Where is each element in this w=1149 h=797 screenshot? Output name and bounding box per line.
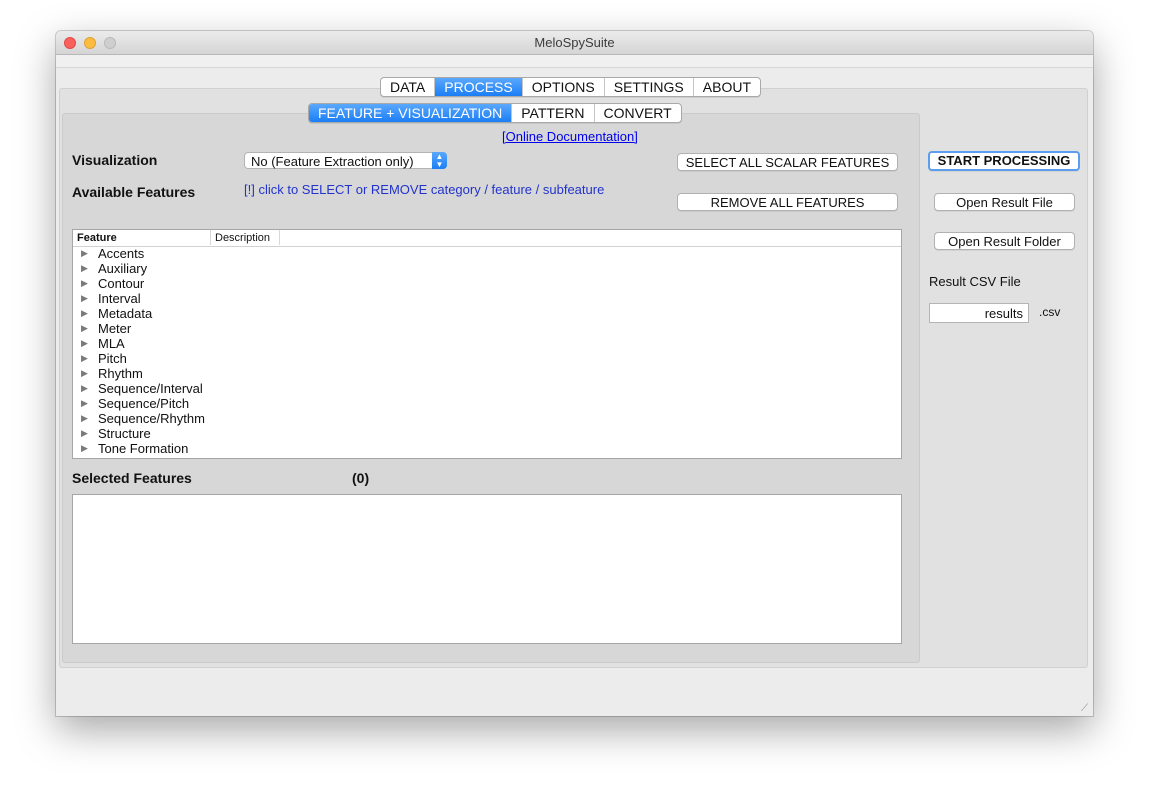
tree-row[interactable]: ▶ Auxiliary xyxy=(73,261,901,276)
subtab-pattern[interactable]: PATTERN xyxy=(512,104,595,122)
visualization-label: Visualization xyxy=(72,152,158,168)
tree-row-label: Accents xyxy=(98,246,145,261)
tree-row-label: Structure xyxy=(98,426,151,441)
tab-process[interactable]: PROCESS xyxy=(435,78,523,96)
tree-row[interactable]: ▶ Sequence/Pitch xyxy=(73,396,901,411)
title-bar[interactable]: MeloSpySuite xyxy=(56,31,1093,55)
tree-row[interactable]: ▶ Metadata xyxy=(73,306,901,321)
subtab-feature-visualization[interactable]: FEATURE + VISUALIZATION xyxy=(309,104,513,122)
disclosure-triangle-icon[interactable]: ▶ xyxy=(81,321,88,336)
disclosure-triangle-icon[interactable]: ▶ xyxy=(81,366,88,381)
disclosure-triangle-icon[interactable]: ▶ xyxy=(81,441,88,456)
select-all-scalar-features-button[interactable]: SELECT ALL SCALAR FEATURES xyxy=(677,153,898,171)
disclosure-triangle-icon[interactable]: ▶ xyxy=(81,246,88,261)
open-result-folder-button[interactable]: Open Result Folder xyxy=(934,232,1075,250)
column-header-description[interactable]: Description xyxy=(210,230,280,245)
disclosure-triangle-icon[interactable]: ▶ xyxy=(81,276,88,291)
visualization-popup[interactable]: No (Feature Extraction only) ▲ ▼ xyxy=(244,152,447,169)
selected-features-label: Selected Features xyxy=(72,470,192,486)
tree-row-label: Pitch xyxy=(98,351,127,366)
subtab-convert[interactable]: CONVERT xyxy=(595,104,681,122)
disclosure-triangle-icon[interactable]: ▶ xyxy=(81,411,88,426)
tree-row[interactable]: ▶ Sequence/Rhythm xyxy=(73,411,901,426)
tree-row-label: Meter xyxy=(98,321,132,336)
tree-row[interactable]: ▶ Meter xyxy=(73,321,901,336)
tree-row[interactable]: ▶ Sequence/Interval xyxy=(73,381,901,396)
tree-header: Feature Description xyxy=(73,230,901,247)
tree-row-label: Sequence/Interval xyxy=(98,381,203,396)
online-documentation-link[interactable]: [Online Documentation] xyxy=(502,129,638,144)
selected-features-count: (0) xyxy=(352,470,370,486)
csv-extension-label: .csv xyxy=(1039,305,1061,319)
tab-settings[interactable]: SETTINGS xyxy=(605,78,694,96)
column-header-feature[interactable]: Feature xyxy=(77,232,117,244)
visualization-selected-value: No (Feature Extraction only) xyxy=(251,154,414,169)
available-features-label: Available Features xyxy=(72,184,196,200)
feature-select-hint: [!] click to SELECT or REMOVE category /… xyxy=(244,182,605,197)
app-window: MeloSpySuite [Online Documentation] Visu… xyxy=(56,31,1093,716)
main-tab-bar: DATA PROCESS OPTIONS SETTINGS ABOUT xyxy=(380,77,761,97)
tree-row[interactable]: ▶ Tone Formation xyxy=(73,441,901,456)
disclosure-triangle-icon[interactable]: ▶ xyxy=(81,291,88,306)
tree-row-label: Interval xyxy=(98,291,141,306)
open-result-file-button[interactable]: Open Result File xyxy=(934,193,1075,211)
selected-features-list[interactable] xyxy=(72,494,902,644)
tab-about[interactable]: ABOUT xyxy=(694,78,760,96)
tree-row-label: Tone Formation xyxy=(98,441,189,456)
tree-row[interactable]: ▶ Accents xyxy=(73,246,901,261)
sub-tab-bar: FEATURE + VISUALIZATION PATTERN CONVERT xyxy=(308,103,682,123)
start-processing-button[interactable]: START PROCESSING xyxy=(928,151,1080,171)
tree-rows: ▶ Accents ▶ Auxiliary ▶ Contour ▶ Interval ▶ Meta… xyxy=(73,246,901,456)
tree-row[interactable]: ▶ Structure xyxy=(73,426,901,441)
tree-row-label: Auxiliary xyxy=(98,261,148,276)
disclosure-triangle-icon[interactable]: ▶ xyxy=(81,261,88,276)
remove-all-features-button[interactable]: REMOVE ALL FEATURES xyxy=(677,193,898,211)
toolbar-strip xyxy=(56,55,1093,68)
window-title: MeloSpySuite xyxy=(534,35,615,50)
tree-row-label: Sequence/Pitch xyxy=(98,396,190,411)
tree-row-label: Rhythm xyxy=(98,366,143,381)
disclosure-triangle-icon[interactable]: ▶ xyxy=(81,426,88,441)
tree-row[interactable]: ▶ Pitch xyxy=(73,351,901,366)
tree-row-label: Metadata xyxy=(98,306,153,321)
tree-row-label: MLA xyxy=(98,336,125,351)
disclosure-triangle-icon[interactable]: ▶ xyxy=(81,351,88,366)
tree-row-label: Sequence/Rhythm xyxy=(98,411,205,426)
tree-row[interactable]: ▶ Interval xyxy=(73,291,901,306)
tree-row[interactable]: ▶ Rhythm xyxy=(73,366,901,381)
available-features-tree[interactable]: Feature Description ▶ Accents ▶ Auxiliary ▶ C… xyxy=(72,229,902,459)
tree-row-label: Contour xyxy=(98,276,145,291)
disclosure-triangle-icon[interactable]: ▶ xyxy=(81,396,88,411)
updown-chevron-icon: ▲ ▼ xyxy=(432,152,447,169)
tab-data[interactable]: DATA xyxy=(381,78,436,96)
tree-row[interactable]: ▶ MLA xyxy=(73,336,901,351)
disclosure-triangle-icon[interactable]: ▶ xyxy=(81,306,88,321)
result-csv-label: Result CSV File xyxy=(929,274,1021,289)
disclosure-triangle-icon[interactable]: ▶ xyxy=(81,336,88,351)
tree-row[interactable]: ▶ Contour xyxy=(73,276,901,291)
tab-options[interactable]: OPTIONS xyxy=(523,78,605,96)
result-csv-filename-input[interactable]: results xyxy=(929,303,1029,323)
resize-grip-icon[interactable]: ⟋ xyxy=(1081,704,1091,714)
disclosure-triangle-icon[interactable]: ▶ xyxy=(81,381,88,396)
